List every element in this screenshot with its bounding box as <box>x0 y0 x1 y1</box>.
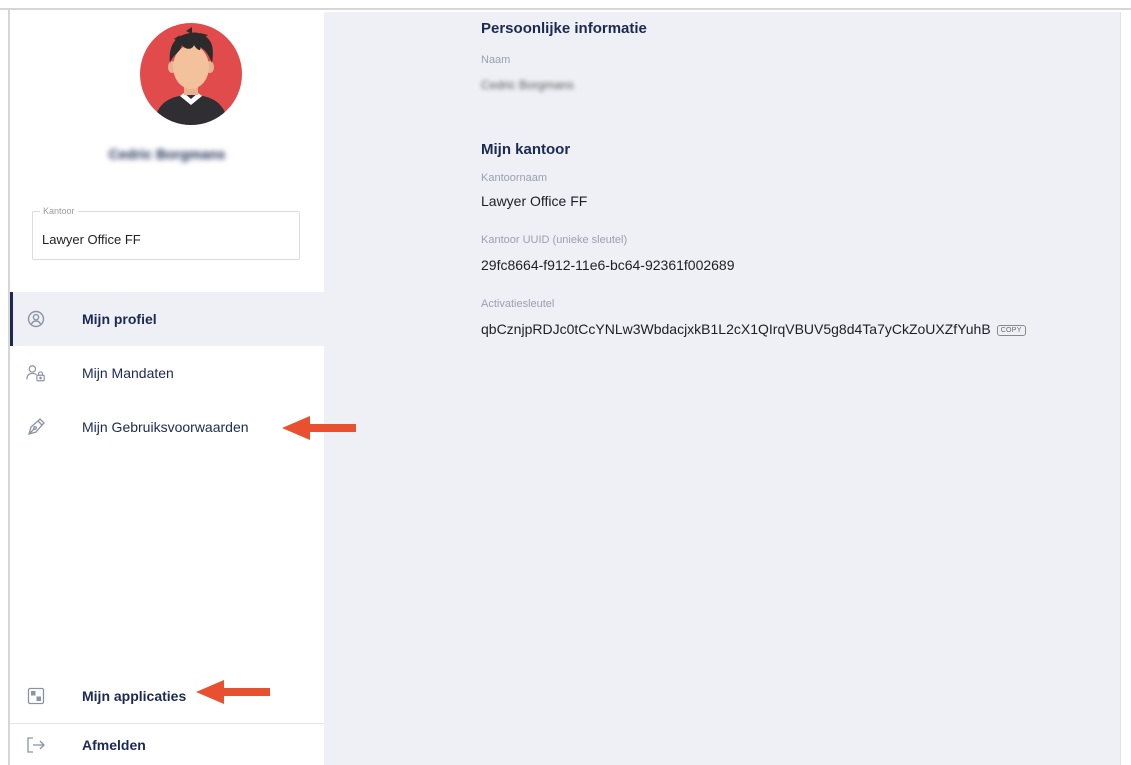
annotation-arrow-applications <box>196 680 270 704</box>
office-uuid-value: 29fc8664-f912-11e6-bc64-92361f002689 <box>481 257 735 273</box>
copy-button[interactable]: COPY <box>996 324 1026 336</box>
top-divider <box>0 0 1131 10</box>
user-name: Cedric Borgmans <box>108 146 226 162</box>
nav-label-mandates: Mijn Mandaten <box>82 365 174 381</box>
annotation-arrow-terms <box>282 416 356 440</box>
nav-item-applications[interactable]: Mijn applicaties <box>10 669 324 723</box>
nav-label-logout: Afmelden <box>82 736 146 753</box>
nav-label-profile: Mijn profiel <box>82 311 157 327</box>
right-divider <box>1120 12 1131 765</box>
kantoor-select[interactable]: Kantoor Lawyer Office FF <box>32 206 300 260</box>
office-title: Mijn kantoor <box>481 141 571 158</box>
office-name-value: Lawyer Office FF <box>481 193 588 209</box>
avatar <box>140 23 242 125</box>
nav-label-terms: Mijn Gebruiksvoorwaarden <box>82 419 249 435</box>
name-label: Naam <box>481 54 511 66</box>
office-uuid-label: Kantoor UUID (unieke sleutel) <box>481 234 628 246</box>
nav-item-mandates[interactable]: Mijn Mandaten <box>10 346 324 400</box>
user-circle-icon <box>26 309 46 329</box>
nav-item-profile[interactable]: Mijn profiel <box>10 292 324 346</box>
personal-info-title: Persoonlijke informatie <box>481 20 647 37</box>
name-value: Cedric Borgmans <box>481 78 574 92</box>
activation-key-row: qbCznjpRDJc0tCcYNLw3WbdacjxkB1L2cX1QIrqV… <box>481 321 1026 337</box>
users-lock-icon <box>26 363 46 383</box>
sidebar: Cedric Borgmans Kantoor Lawyer Office FF… <box>10 12 324 765</box>
pen-nib-icon <box>26 417 46 437</box>
nav-item-logout[interactable]: Afmelden <box>10 724 324 765</box>
app-window: Cedric Borgmans Kantoor Lawyer Office FF… <box>0 0 1131 765</box>
office-name-label: Kantoornaam <box>481 172 548 184</box>
app-grid-icon <box>26 686 46 706</box>
main-content: Persoonlijke informatie Naam Cedric Borg… <box>324 12 1120 765</box>
activation-key-value: qbCznjpRDJc0tCcYNLw3WbdacjxkB1L2cX1QIrqV… <box>481 321 991 337</box>
nav-label-applications: Mijn applicaties <box>82 688 187 704</box>
kantoor-select-label: Kantoor <box>40 206 78 216</box>
activation-key-label: Activatiesleutel <box>481 298 555 310</box>
kantoor-select-value: Lawyer Office FF <box>42 232 141 247</box>
logout-icon <box>26 735 46 755</box>
nav-item-terms[interactable]: Mijn Gebruiksvoorwaarden <box>10 400 324 454</box>
